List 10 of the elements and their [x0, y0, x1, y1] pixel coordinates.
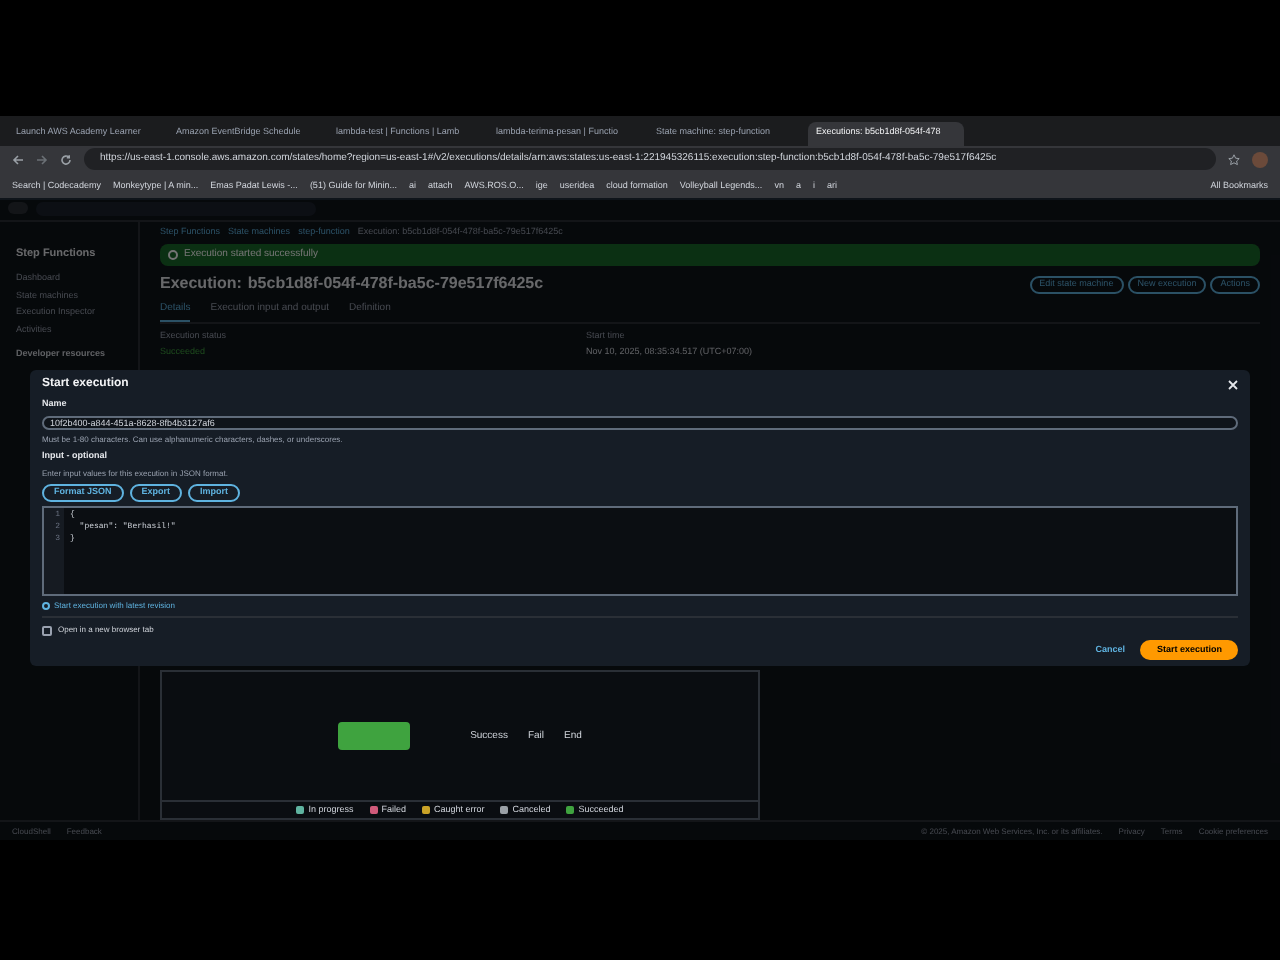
page-heading-label: Execution:: [160, 272, 242, 297]
reload-icon[interactable]: [60, 153, 72, 166]
console-search-field[interactable]: [36, 201, 316, 216]
close-icon[interactable]: [1228, 380, 1238, 390]
back-icon[interactable]: [12, 153, 24, 166]
star-icon[interactable]: [1228, 153, 1240, 166]
forward-icon[interactable]: [36, 153, 48, 166]
state-drawing: [338, 722, 411, 751]
checkbox[interactable]: [42, 625, 52, 636]
execution-id: b5cb1d8f-054f-478f-ba5c-79e517f6425c: [247, 272, 544, 297]
